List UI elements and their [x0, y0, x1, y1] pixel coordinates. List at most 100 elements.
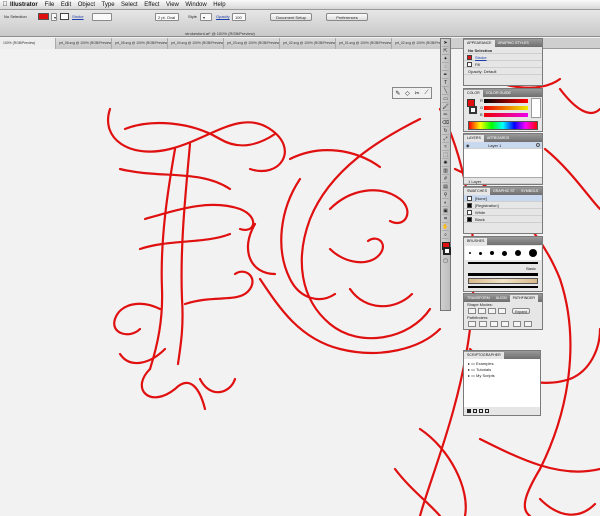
menu-object[interactable]: Object [78, 0, 95, 10]
disclosure-triangle-icon[interactable]: ▸ ▭ [468, 361, 476, 366]
app-menu[interactable]: Illustrator [10, 0, 38, 10]
color-spectrum[interactable] [468, 121, 538, 130]
refresh-icon[interactable] [479, 409, 483, 413]
swatch-row[interactable]: [None] [464, 195, 542, 202]
doc-tab[interactable]: prt_01.svg @ 100% (RGB/Preview) [336, 38, 392, 49]
new-script-icon[interactable] [473, 409, 477, 413]
intersect-button[interactable] [488, 308, 496, 314]
swatch-row[interactable]: White [464, 209, 542, 216]
pen-icon[interactable]: ✎ [395, 90, 400, 97]
trim-button[interactable] [479, 321, 488, 327]
doc-tab[interactable]: prt_05.svg @ 100% (RGB/Preview) [112, 38, 168, 49]
brush-art-stroke[interactable] [468, 278, 538, 284]
fill-swatch[interactable] [38, 13, 49, 20]
tab-scriptographer[interactable]: SCRIPTOGRAPHER [464, 352, 504, 359]
tab-graphic-styles-2[interactable]: GRAPHIC ST [490, 188, 518, 195]
stroke-swatch[interactable] [60, 13, 69, 20]
paintbrush-icon[interactable]: 🖌 [442, 104, 449, 111]
appearance-stroke-label[interactable]: Stroke [475, 54, 487, 61]
anchor-icon[interactable]: ◇ [405, 90, 410, 97]
b-slider[interactable] [484, 113, 528, 117]
brush-dot-6[interactable] [529, 249, 537, 257]
doc-tab[interactable]: prt_06.svg @ 100% (RGB/Preview) [56, 38, 112, 49]
swatch-row[interactable]: Black [464, 216, 542, 223]
screen-mode-icon[interactable]: ▢ [442, 258, 449, 265]
doc-tab[interactable]: prt_03.svg @ 100% (RGB/Preview) [224, 38, 280, 49]
style-dropdown[interactable]: ▾ [200, 13, 212, 21]
blend-tool-icon[interactable]: ◐ [442, 200, 449, 207]
rgb-value-fields[interactable] [531, 98, 541, 118]
brush-dot-1[interactable] [469, 252, 471, 254]
brush-dot-2[interactable] [479, 251, 482, 255]
minus-front-button[interactable] [478, 308, 486, 314]
exclude-button[interactable] [498, 308, 506, 314]
scale-tool-icon[interactable]: ⤢ [442, 136, 449, 143]
graph-tool-icon[interactable]: ▥ [442, 168, 449, 175]
console-icon[interactable] [485, 409, 489, 413]
tab-swatches[interactable]: SWATCHES [464, 188, 490, 195]
merge-button[interactable] [490, 321, 499, 327]
layer-target-icon[interactable] [536, 143, 540, 147]
brush-dropdown[interactable]: 2 pt. Oval [155, 13, 179, 21]
warp-tool-icon[interactable]: ≈ [442, 144, 449, 151]
slice-tool-icon[interactable]: ⌗ [442, 216, 449, 223]
menu-type[interactable]: Type [102, 0, 115, 10]
tab-graphic-styles[interactable]: GRAPHIC STYLES [495, 40, 532, 47]
doc-tab[interactable]: 100% (RGB/Preview) [0, 38, 56, 49]
line-tool-icon[interactable]: ╲ [442, 88, 449, 95]
layer-name[interactable]: Layer 1 [488, 142, 501, 149]
g-slider[interactable] [484, 106, 528, 110]
disclosure-triangle-icon[interactable]: ▸ ▭ [468, 373, 476, 378]
free-transform-icon[interactable]: ⬚ [442, 152, 449, 159]
scissors-icon[interactable]: ✂ [415, 90, 420, 97]
knife-icon[interactable]: ⟋ [424, 90, 428, 97]
appearance-row-stroke[interactable]: Stroke [464, 54, 542, 61]
r-slider[interactable] [484, 99, 528, 103]
outline-button[interactable] [512, 321, 521, 327]
menu-select[interactable]: Select [121, 0, 138, 10]
type-tool-icon[interactable]: T [442, 80, 449, 87]
swatch-row[interactable]: [Registration] [464, 202, 542, 209]
hand-tool-icon[interactable]: ✋ [442, 224, 449, 231]
zoom-tool-icon[interactable]: ⌕ [442, 232, 449, 239]
disclosure-triangle-icon[interactable]: ▸ ▭ [468, 367, 476, 372]
menu-edit[interactable]: Edit [61, 0, 71, 10]
opacity-field[interactable]: 100 [232, 13, 246, 21]
brush-stroke-basic[interactable] [468, 262, 538, 264]
brush-dot-4[interactable] [502, 250, 507, 256]
tab-symbols[interactable]: SYMBOLS [518, 188, 541, 195]
divide-button[interactable] [468, 321, 476, 327]
brush-dots[interactable] [465, 246, 541, 260]
live-paint-icon[interactable]: ▣ [442, 208, 449, 215]
symbol-sprayer-icon[interactable]: ✺ [442, 160, 449, 167]
appearance-row-opacity[interactable]: Opacity: Default [464, 68, 542, 75]
magic-wand-icon[interactable]: ✦ [442, 56, 449, 63]
rotate-tool-icon[interactable]: ↻ [442, 128, 449, 135]
minus-back-button[interactable] [523, 321, 532, 327]
eye-icon[interactable]: ◉ [466, 142, 470, 149]
opacity-link[interactable]: Opacity [216, 13, 230, 21]
pencil-icon[interactable]: ✏ [442, 112, 449, 119]
document-setup-button[interactable]: Document Setup [270, 13, 312, 21]
crop-button[interactable] [501, 321, 510, 327]
doc-tab[interactable]: prt_04.svg @ 100% (RGB/Preview) [168, 38, 224, 49]
menu-effect[interactable]: Effect [144, 0, 159, 10]
menu-window[interactable]: Window [185, 0, 206, 10]
tab-color-guide[interactable]: COLOR GUIDE [483, 90, 514, 97]
fill-dropdown[interactable]: ▾ [51, 13, 57, 21]
eyedropper-icon[interactable]: ⚲ [442, 192, 449, 199]
stroke-link[interactable]: Stroke [72, 13, 84, 21]
appearance-row-fill[interactable]: Fill [464, 61, 542, 68]
tab-brushes[interactable]: BRUSHES [464, 238, 488, 245]
brush-dot-3[interactable] [490, 251, 494, 255]
layer-row[interactable]: ◉ Layer 1 [464, 142, 542, 149]
gradient-tool-icon[interactable]: ▤ [442, 184, 449, 191]
rectangle-tool-icon[interactable]: ▭ [442, 96, 449, 103]
tab-artboards[interactable]: ARTBOARDS [484, 135, 512, 142]
menu-view[interactable]: View [166, 0, 179, 10]
pen-tool-icon[interactable]: ✒ [442, 72, 449, 79]
menu-help[interactable]: Help [213, 0, 225, 10]
menu-file[interactable]: File [45, 0, 55, 10]
stop-icon[interactable] [467, 409, 471, 413]
unite-button[interactable] [468, 308, 476, 314]
